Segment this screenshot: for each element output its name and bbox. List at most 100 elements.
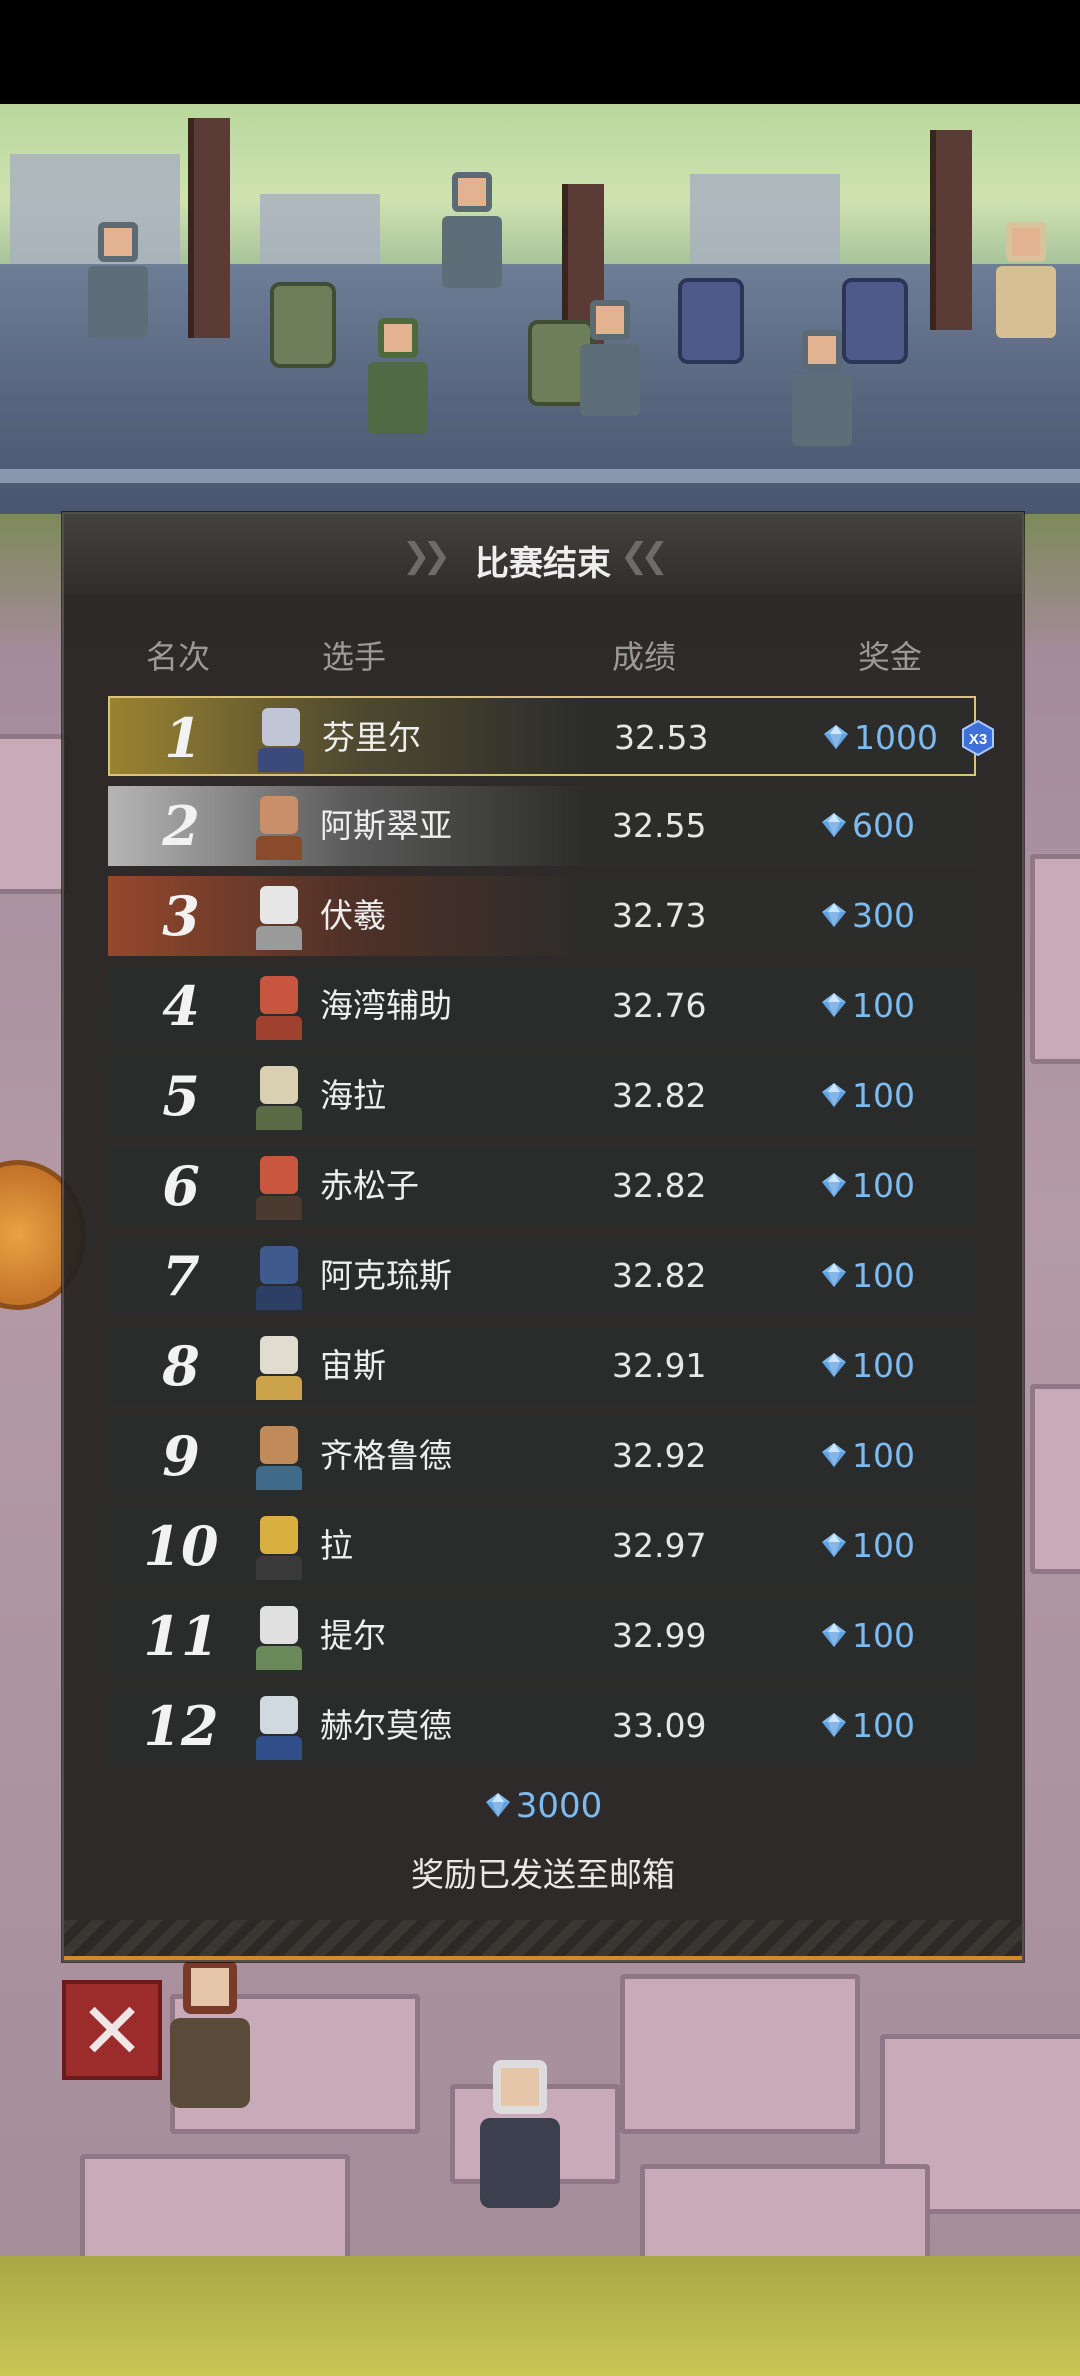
diamond-gem-icon bbox=[822, 1712, 846, 1737]
scene-grass bbox=[0, 2256, 1080, 2376]
total-prize-amount: 3000 bbox=[515, 1786, 603, 1826]
player-avatar bbox=[248, 972, 310, 1040]
player-prize: 100 bbox=[820, 1326, 915, 1406]
prize-amount: 100 bbox=[852, 1436, 915, 1475]
rank-number: 11 bbox=[143, 1604, 219, 1668]
player-prize: 100 bbox=[820, 1506, 915, 1586]
player-score: 32.91 bbox=[612, 1346, 707, 1385]
svg-text:X3: X3 bbox=[969, 731, 987, 748]
player-prize: 100 bbox=[820, 1056, 915, 1136]
spectator bbox=[994, 222, 1058, 342]
player-avatar bbox=[250, 704, 312, 772]
player-score: 32.82 bbox=[612, 1076, 707, 1115]
stadium-pillar bbox=[930, 130, 972, 330]
player-prize: 100 bbox=[820, 1686, 915, 1766]
player-prize: 100 bbox=[820, 1416, 915, 1496]
paving-stone bbox=[620, 1974, 860, 2134]
player-score: 32.97 bbox=[612, 1526, 707, 1565]
player-name: 阿克琉斯 bbox=[320, 1256, 452, 1295]
player-avatar bbox=[248, 792, 310, 860]
runner-character bbox=[170, 1960, 250, 2108]
player-name: 宙斯 bbox=[320, 1346, 386, 1385]
prize-amount: 100 bbox=[852, 986, 915, 1025]
diamond-gem-icon bbox=[822, 902, 846, 927]
rank-number: 7 bbox=[162, 1244, 200, 1308]
stadium-pillar bbox=[188, 118, 230, 338]
player-avatar bbox=[248, 1332, 310, 1400]
results-row: 5 海拉 32.82 100 bbox=[108, 1056, 976, 1136]
player-avatar bbox=[248, 882, 310, 950]
results-row: 12 赫尔莫德 33.09 100 bbox=[108, 1686, 976, 1766]
results-row: 8 宙斯 32.91 100 bbox=[108, 1326, 976, 1406]
player-name: 拉 bbox=[320, 1526, 353, 1565]
player-avatar bbox=[248, 1422, 310, 1490]
rank-number: 10 bbox=[143, 1514, 219, 1578]
diamond-gem-icon bbox=[824, 724, 848, 749]
close-x-icon: ✕ bbox=[79, 1987, 145, 2077]
paving-stone bbox=[1030, 854, 1080, 1064]
player-prize: 100 bbox=[820, 1236, 915, 1316]
runner-character bbox=[480, 2060, 560, 2208]
rank-number: 4 bbox=[162, 974, 200, 1038]
rank-number: 2 bbox=[162, 794, 200, 858]
rank-number: 1 bbox=[164, 706, 202, 770]
close-button[interactable]: ✕ bbox=[62, 1980, 162, 2080]
prize-amount: 600 bbox=[852, 806, 915, 845]
background-building bbox=[260, 194, 380, 264]
diamond-gem-icon bbox=[822, 1082, 846, 1107]
prize-amount: 100 bbox=[852, 1526, 915, 1565]
results-row: 9 齐格鲁德 32.92 100 bbox=[108, 1416, 976, 1496]
prize-amount: 100 bbox=[852, 1076, 915, 1115]
spectator bbox=[366, 318, 430, 438]
diamond-gem-icon bbox=[822, 1622, 846, 1647]
paving-stone bbox=[0, 734, 70, 894]
spectator bbox=[790, 330, 854, 450]
mail-notice: 奖励已发送至邮箱 bbox=[411, 1855, 675, 1894]
player-avatar bbox=[248, 1602, 310, 1670]
player-avatar bbox=[248, 1242, 310, 1310]
player-prize: 100 bbox=[820, 1596, 915, 1676]
player-prize: 300 bbox=[820, 876, 915, 956]
rank-number: 9 bbox=[162, 1424, 200, 1488]
player-prize: 600 bbox=[820, 786, 915, 866]
player-score: 32.55 bbox=[612, 806, 707, 845]
player-name: 伏羲 bbox=[320, 896, 386, 935]
multiplier-badge: X3 bbox=[962, 720, 994, 756]
diamond-gem-icon bbox=[822, 1532, 846, 1557]
player-name: 海湾辅助 bbox=[320, 986, 452, 1025]
results-row: 7 阿克琉斯 32.82 100 bbox=[108, 1236, 976, 1316]
player-score: 32.82 bbox=[612, 1166, 707, 1205]
panel-title: 比赛结束 bbox=[475, 544, 611, 584]
player-name: 芬里尔 bbox=[322, 718, 421, 757]
prize-amount: 1000 bbox=[854, 718, 938, 757]
player-prize: 100 bbox=[820, 966, 915, 1046]
diamond-gem-icon bbox=[822, 1262, 846, 1287]
paving-stone bbox=[1030, 1384, 1080, 1574]
player-score: 32.82 bbox=[612, 1256, 707, 1295]
player-avatar bbox=[248, 1692, 310, 1760]
player-avatar bbox=[248, 1512, 310, 1580]
prize-amount: 100 bbox=[852, 1706, 915, 1745]
results-row: 6 赤松子 32.82 100 bbox=[108, 1146, 976, 1226]
results-row: 10 拉 32.97 100 bbox=[108, 1506, 976, 1586]
scene-sky bbox=[0, 104, 1080, 264]
player-score: 32.73 bbox=[612, 896, 707, 935]
diamond-gem-icon bbox=[822, 1442, 846, 1467]
chevron-left-icon: ❮❮ bbox=[620, 536, 669, 576]
prize-amount: 100 bbox=[852, 1166, 915, 1205]
player-avatar bbox=[248, 1062, 310, 1130]
diamond-gem-icon bbox=[822, 1352, 846, 1377]
results-row: 4 海湾辅助 32.76 100 bbox=[108, 966, 976, 1046]
player-score: 32.92 bbox=[612, 1436, 707, 1475]
prize-amount: 100 bbox=[852, 1346, 915, 1385]
player-name: 赫尔莫德 bbox=[320, 1706, 452, 1745]
stand-rail bbox=[0, 469, 1080, 483]
player-score: 32.53 bbox=[614, 718, 709, 757]
player-prize: 1000 bbox=[822, 698, 938, 778]
player-prize: 100 bbox=[820, 1146, 915, 1226]
race-results-panel: ❯❯ 比赛结束 ❮❮ 名次 选手 成绩 奖金 1 芬里尔 32.53 1000 X3 2 阿… bbox=[62, 512, 1024, 1962]
top-black-bar bbox=[0, 0, 1080, 104]
player-avatar bbox=[248, 1152, 310, 1220]
column-header-score: 成绩 bbox=[612, 638, 677, 676]
player-name: 阿斯翠亚 bbox=[320, 806, 452, 845]
